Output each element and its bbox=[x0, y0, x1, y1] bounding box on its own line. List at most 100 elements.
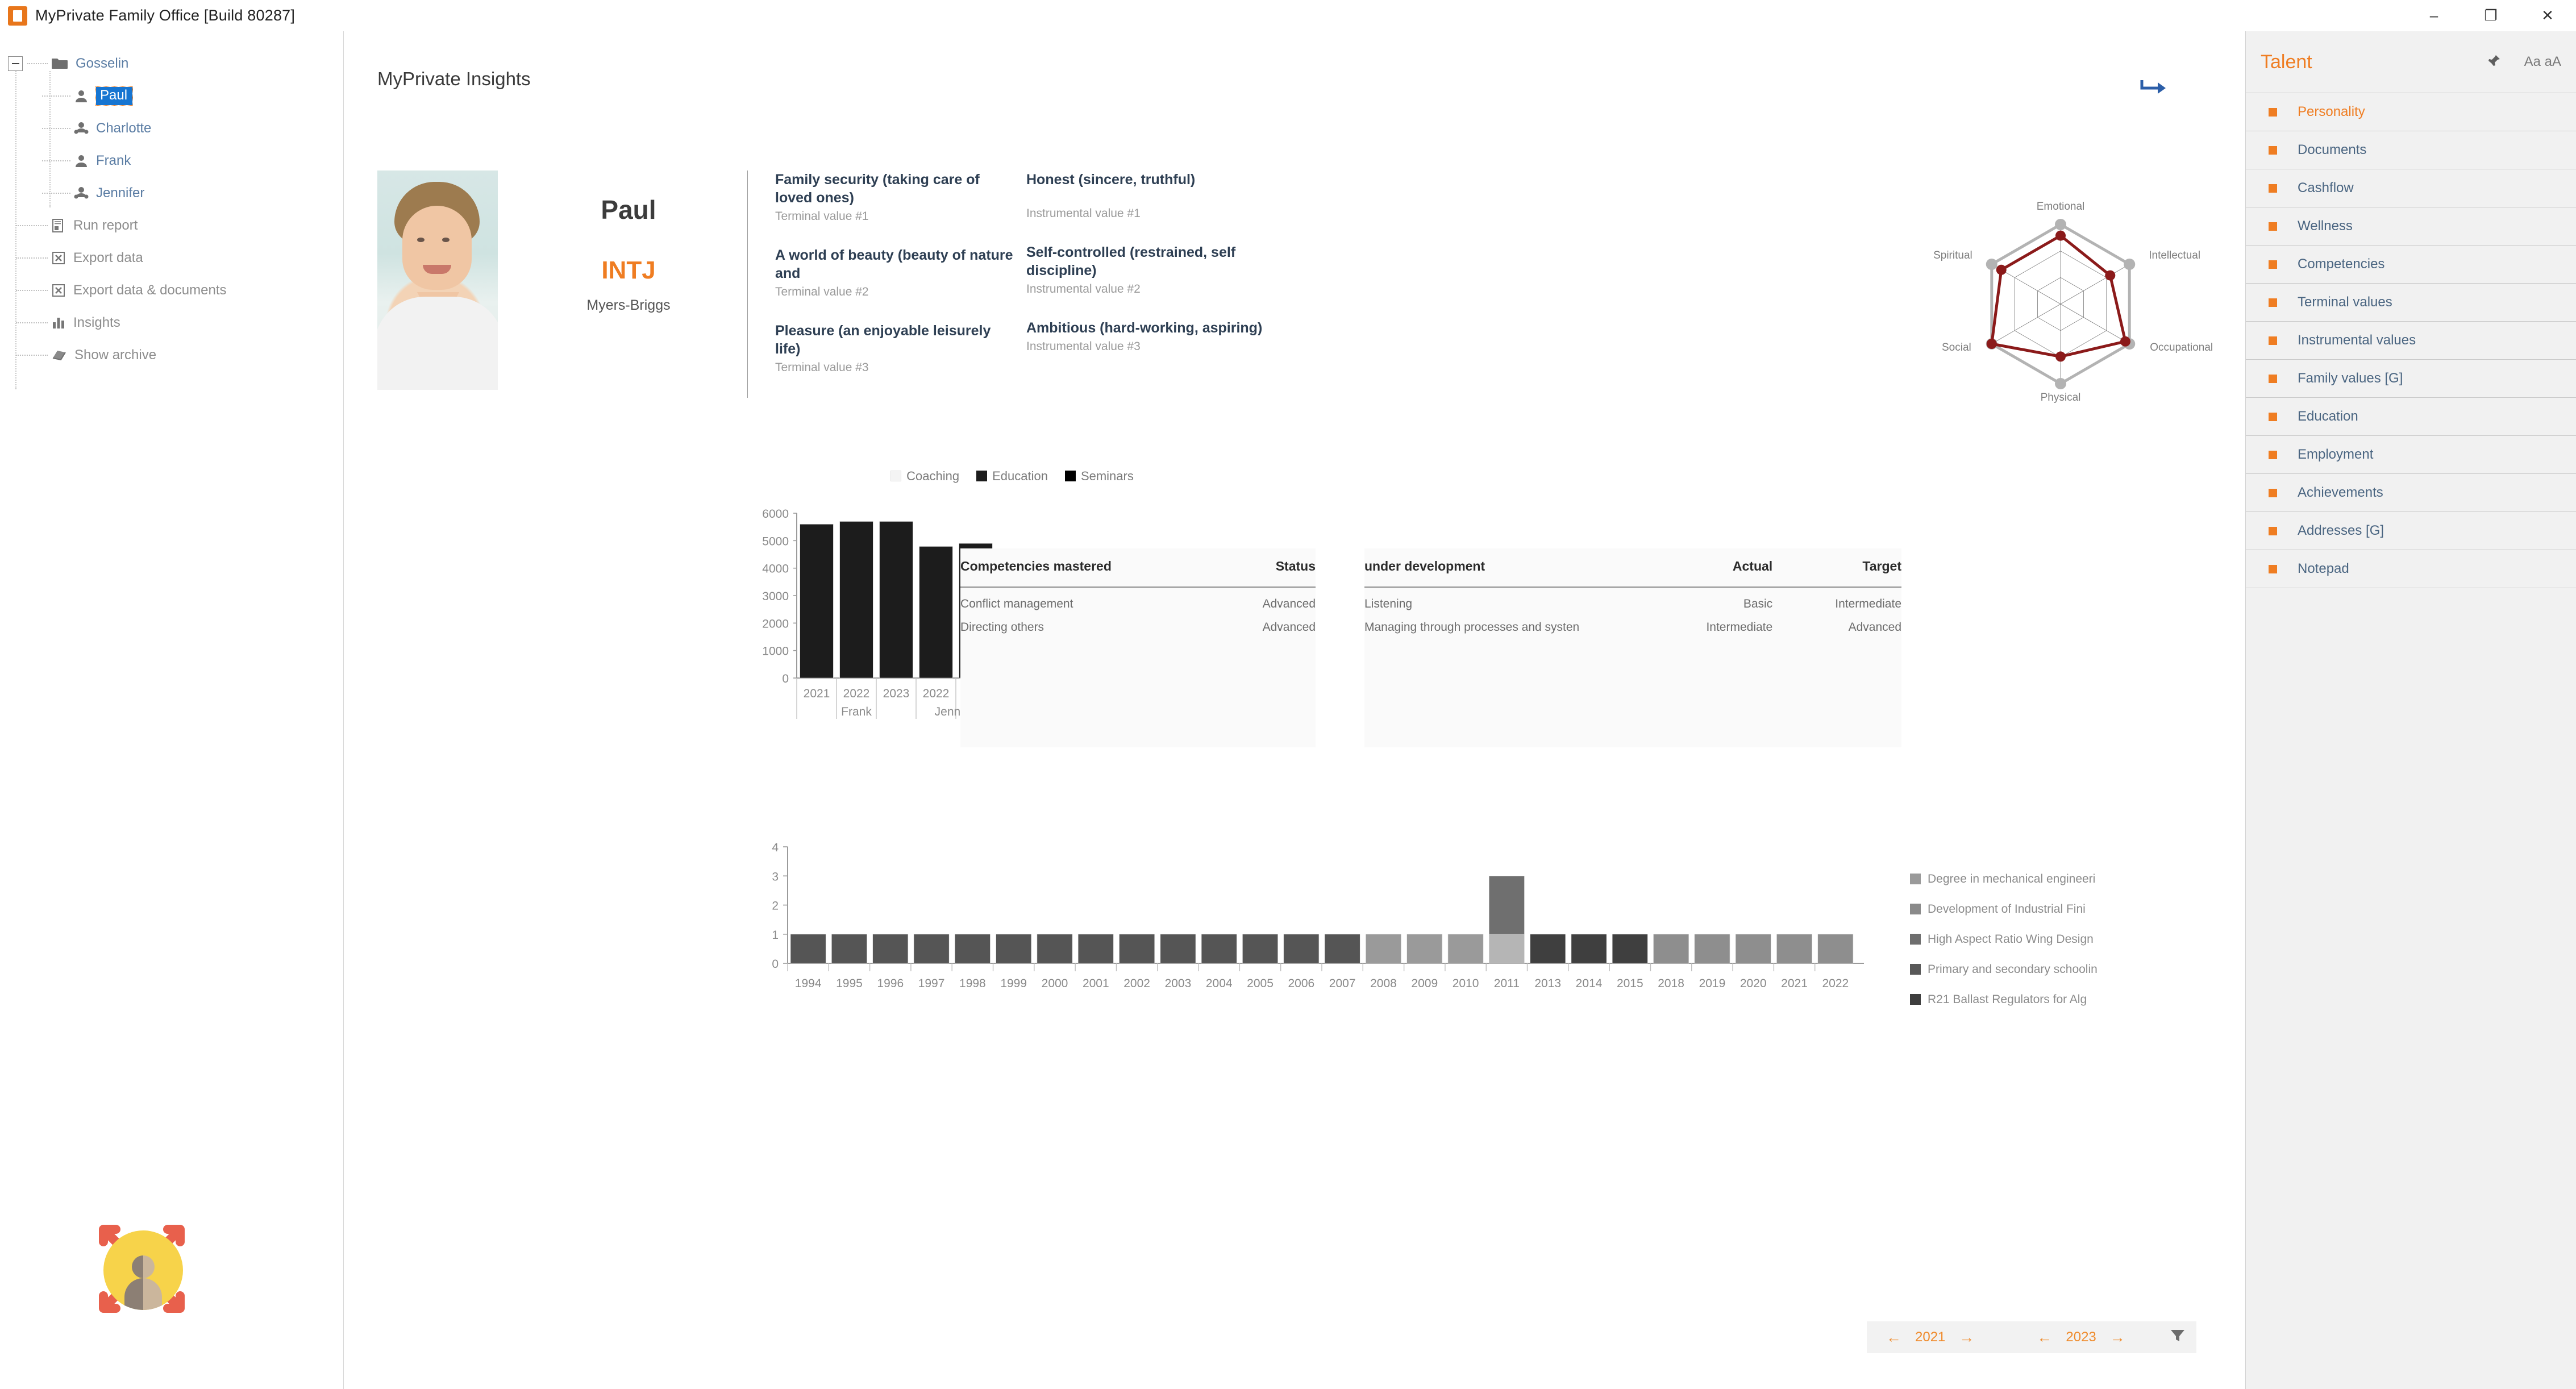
legend-label: Education bbox=[992, 469, 1048, 483]
persons-icon bbox=[74, 121, 89, 136]
restore-button[interactable]: ❐ bbox=[2462, 0, 2519, 31]
talent-item-cashflow[interactable]: Cashflow bbox=[2246, 169, 2576, 207]
column-header-competency: under development bbox=[1364, 548, 1644, 588]
svg-text:2018: 2018 bbox=[1658, 977, 1684, 990]
sidebar-action-show-archive[interactable]: Show archive bbox=[0, 339, 343, 371]
tree-item-frank[interactable]: Frank bbox=[0, 144, 343, 177]
tree-item-charlotte[interactable]: Charlotte bbox=[0, 112, 343, 144]
svg-text:2008: 2008 bbox=[1370, 977, 1397, 990]
svg-text:2009: 2009 bbox=[1411, 977, 1438, 990]
talent-item-label: Terminal values bbox=[2298, 294, 2392, 310]
talent-item-wellness[interactable]: Wellness bbox=[2246, 207, 2576, 246]
pin-icon[interactable] bbox=[2486, 53, 2502, 71]
legend-label: Development of Industrial Fini bbox=[1928, 902, 2086, 916]
talent-item-instrumental-values[interactable]: Instrumental values bbox=[2246, 322, 2576, 360]
table-row[interactable]: Listening Basic Intermediate bbox=[1364, 587, 1901, 611]
persons-icon bbox=[74, 186, 89, 201]
avatar-widget[interactable] bbox=[81, 1208, 203, 1330]
talent-panel-header: Talent Aa aA bbox=[2246, 31, 2576, 93]
terminal-values-column: Family security (taking care of loved on… bbox=[775, 170, 1019, 397]
year-to-value[interactable]: 2023 bbox=[2066, 1329, 2096, 1345]
funnel-icon[interactable] bbox=[2169, 1327, 2186, 1348]
svg-text:2021: 2021 bbox=[804, 687, 830, 700]
portrait-photo bbox=[377, 170, 498, 390]
tree-item-root[interactable]: Gosselin bbox=[0, 47, 343, 80]
bullet-icon bbox=[2269, 184, 2277, 193]
talent-item-family-values[interactable]: Family values [G] bbox=[2246, 360, 2576, 398]
cell-competency: Managing through processes and systen bbox=[1364, 621, 1580, 634]
tree-connector bbox=[42, 95, 70, 97]
tree-label-frank: Frank bbox=[96, 152, 131, 168]
talent-item-personality[interactable]: Personality bbox=[2246, 93, 2576, 131]
year-to-prev-button[interactable]: ← bbox=[2037, 1329, 2052, 1346]
collapse-toggle-icon[interactable] bbox=[8, 56, 23, 71]
page-title: MyPrivate Insights bbox=[377, 68, 531, 89]
year-from-prev-button[interactable]: ← bbox=[1886, 1329, 1901, 1346]
cell-actual: Intermediate bbox=[1706, 621, 1773, 634]
talent-item-education[interactable]: Education bbox=[2246, 398, 2576, 436]
sidebar-action-label: Run report bbox=[73, 217, 138, 233]
value-subtitle: Terminal value #3 bbox=[775, 361, 869, 374]
talent-item-addresses[interactable]: Addresses [G] bbox=[2246, 512, 2576, 550]
window-title: MyPrivate Family Office [Build 80287] bbox=[35, 7, 296, 24]
svg-text:3000: 3000 bbox=[762, 590, 789, 603]
talent-item-label: Documents bbox=[2298, 142, 2367, 157]
talent-item-label: Cashflow bbox=[2298, 180, 2354, 196]
svg-text:Spiritual: Spiritual bbox=[1933, 249, 1972, 261]
tree-item-paul[interactable]: Paul bbox=[0, 80, 343, 112]
table-header-row: under development Actual Target bbox=[1364, 548, 1901, 588]
svg-text:1995: 1995 bbox=[836, 977, 863, 990]
sidebar-action-label: Export data & documents bbox=[73, 282, 227, 298]
svg-text:Social: Social bbox=[1942, 342, 1971, 354]
year-from-next-button[interactable]: → bbox=[1959, 1329, 1974, 1346]
tree-label-jennifer: Jennifer bbox=[96, 185, 145, 201]
value-title: Honest (sincere, truthful) bbox=[1026, 172, 1196, 188]
svg-text:2022: 2022 bbox=[923, 687, 950, 700]
table-row[interactable]: Conflict management Advanced bbox=[960, 587, 1316, 611]
talent-item-documents[interactable]: Documents bbox=[2246, 131, 2576, 169]
education-history-legend: Degree in mechanical engineeri Developme… bbox=[1910, 864, 2098, 1014]
legend-item: R21 Ballast Regulators for Alg bbox=[1910, 984, 2098, 1014]
year-from-group: ← 2021 → bbox=[1886, 1329, 1974, 1346]
talent-item-competencies[interactable]: Competencies bbox=[2246, 246, 2576, 284]
sidebar-action-run-report[interactable]: Run report bbox=[0, 209, 343, 242]
tree-connector bbox=[42, 192, 70, 194]
svg-text:6000: 6000 bbox=[762, 508, 789, 521]
talent-item-employment[interactable]: Employment bbox=[2246, 436, 2576, 474]
legend-label: Coaching bbox=[906, 469, 960, 483]
close-button[interactable]: ✕ bbox=[2519, 0, 2576, 31]
table-row[interactable]: Managing through processes and systen In… bbox=[1364, 611, 1901, 634]
talent-item-label: Competencies bbox=[2298, 256, 2385, 272]
tree-connector bbox=[42, 160, 70, 161]
sidebar-action-label: Show archive bbox=[74, 347, 157, 363]
legend-label: High Aspect Ratio Wing Design bbox=[1928, 932, 2094, 946]
talent-item-terminal-values[interactable]: Terminal values bbox=[2246, 284, 2576, 322]
talent-item-label: Wellness bbox=[2298, 218, 2353, 234]
legend-label: R21 Ballast Regulators for Alg bbox=[1928, 992, 2087, 1006]
bullet-icon bbox=[2269, 412, 2277, 421]
bullet-icon bbox=[2269, 526, 2277, 535]
tree-item-jennifer[interactable]: Jennifer bbox=[0, 177, 343, 209]
value-title: Self-controlled (restrained, self discip… bbox=[1026, 244, 1236, 278]
sidebar-action-export-data[interactable]: Export data bbox=[0, 242, 343, 274]
talent-item-achievements[interactable]: Achievements bbox=[2246, 474, 2576, 512]
year-from-value[interactable]: 2021 bbox=[1915, 1329, 1945, 1345]
talent-item-label: Personality bbox=[2298, 104, 2365, 119]
svg-text:4: 4 bbox=[772, 841, 779, 854]
table-row[interactable]: Directing others Advanced bbox=[960, 611, 1316, 634]
sidebar-action-insights[interactable]: Insights bbox=[0, 306, 343, 339]
year-to-next-button[interactable]: → bbox=[2110, 1329, 2125, 1346]
minimize-button[interactable]: – bbox=[2406, 0, 2462, 31]
tree-connector bbox=[16, 289, 48, 291]
wellness-radar-chart: Emotional Intellectual Occupational Physica… bbox=[1901, 176, 2220, 432]
share-arrow-icon[interactable] bbox=[2137, 77, 2169, 101]
svg-text:5000: 5000 bbox=[762, 535, 789, 548]
value-title: Family security (taking care of loved on… bbox=[775, 172, 980, 206]
font-size-toggle[interactable]: Aa aA bbox=[2524, 54, 2561, 70]
value-title: Ambitious (hard-working, aspiring) bbox=[1026, 320, 1263, 336]
sidebar-action-export-data-documents[interactable]: Export data & documents bbox=[0, 274, 343, 306]
cell-status: Advanced bbox=[1262, 621, 1316, 634]
svg-text:1997: 1997 bbox=[918, 977, 945, 990]
talent-item-notepad[interactable]: Notepad bbox=[2246, 550, 2576, 588]
cell-status: Advanced bbox=[1262, 597, 1316, 610]
